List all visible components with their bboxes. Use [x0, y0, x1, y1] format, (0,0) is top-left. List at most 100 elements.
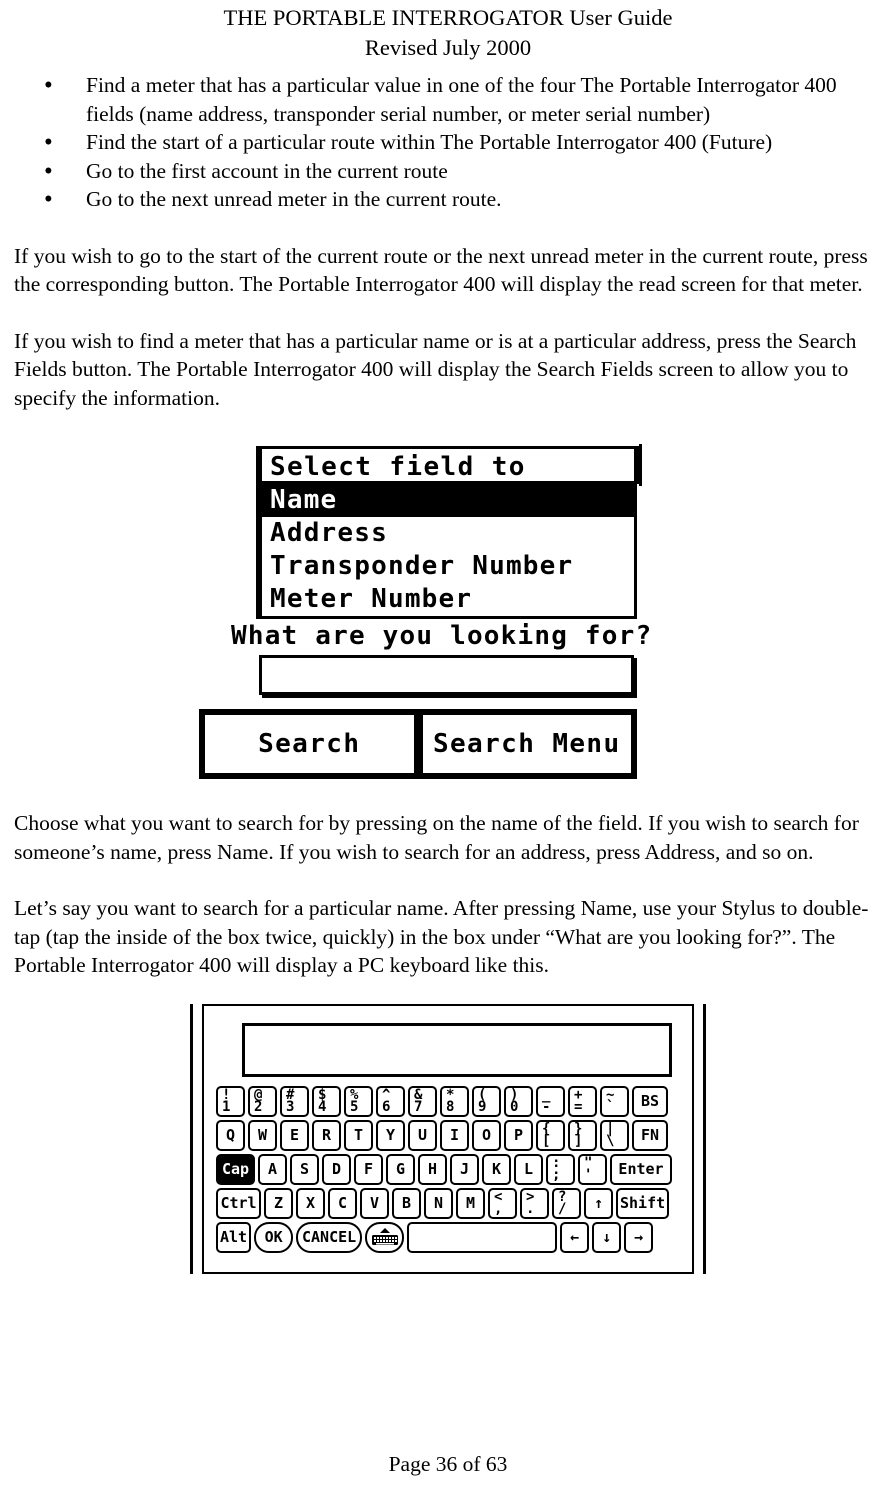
key-label: G: [395, 1159, 406, 1178]
key-h[interactable]: H: [418, 1153, 447, 1185]
key--[interactable]: _ -: [536, 1085, 565, 1117]
search-prompt-label: What are you looking for?: [231, 621, 653, 652]
key-.[interactable]: >.: [520, 1187, 549, 1219]
key-c[interactable]: C: [328, 1187, 357, 1219]
key-primary-label: 2: [254, 1099, 263, 1116]
key-g[interactable]: G: [386, 1153, 415, 1185]
key-shift[interactable]: Shift: [616, 1187, 670, 1219]
key-→[interactable]: →: [624, 1221, 654, 1253]
key-label: Y: [385, 1125, 396, 1144]
key-1[interactable]: ! 1: [216, 1085, 245, 1117]
key-←[interactable]: ←: [560, 1221, 590, 1253]
key-l[interactable]: L: [514, 1153, 543, 1185]
key-space[interactable]: [407, 1221, 558, 1253]
key-m[interactable]: M: [456, 1187, 485, 1219]
key-\[interactable]: | \: [600, 1119, 629, 1151]
key-o[interactable]: O: [472, 1119, 501, 1151]
document-header: THE PORTABLE INTERROGATOR User Guide Rev…: [14, 0, 882, 62]
search-menu-button[interactable]: Search Menu: [420, 713, 633, 776]
key-u[interactable]: U: [408, 1119, 437, 1151]
key-n[interactable]: N: [424, 1187, 453, 1219]
key-'[interactable]: " ': [578, 1153, 607, 1185]
key-p[interactable]: P: [504, 1119, 533, 1151]
key-primary-label: ]: [574, 1133, 583, 1150]
key-a[interactable]: A: [258, 1153, 287, 1185]
key-↑[interactable]: ↑: [584, 1187, 613, 1219]
key-x[interactable]: X: [296, 1187, 325, 1219]
key-cancel[interactable]: CANCEL: [296, 1221, 363, 1253]
key-8[interactable]: * 8: [440, 1085, 469, 1117]
key-q[interactable]: Q: [216, 1119, 245, 1151]
key-v[interactable]: V: [360, 1187, 389, 1219]
key-label: →: [634, 1227, 644, 1246]
search-button[interactable]: Search: [203, 713, 416, 776]
key-r[interactable]: R: [312, 1119, 341, 1151]
key-k[interactable]: K: [482, 1153, 511, 1185]
search-term-input[interactable]: [259, 655, 634, 696]
key-6[interactable]: ^ 6: [376, 1085, 405, 1117]
key-label: R: [321, 1125, 332, 1144]
key-,[interactable]: <,: [488, 1187, 517, 1219]
search-field-option[interactable]: Meter Number: [262, 583, 634, 617]
key-y[interactable]: Y: [376, 1119, 405, 1151]
key-alt[interactable]: Alt: [216, 1221, 252, 1253]
bullet-text: Find a meter that has a particular value…: [86, 73, 837, 126]
search-field-option[interactable]: Address: [262, 517, 634, 551]
key-5[interactable]: % 5: [344, 1085, 373, 1117]
key-;[interactable]: :;: [546, 1153, 575, 1185]
key-primary-label: 6: [382, 1099, 391, 1116]
key-7[interactable]: & 7: [408, 1085, 437, 1117]
key-2[interactable]: @2: [248, 1085, 277, 1117]
key-primary-label: 5: [350, 1099, 359, 1116]
key-label: A: [267, 1159, 278, 1178]
key-=[interactable]: + =: [568, 1085, 597, 1117]
device-keyboard-bezel: ! 1 @2 #3 $4% 5 ^ 6 & 7 * 8(9) 0 _ - + = ~ ` BS Q W E R T Y U I O P{[…: [190, 1003, 706, 1274]
key-z[interactable]: Z: [264, 1187, 293, 1219]
bullet-dot-icon: •: [44, 186, 53, 214]
key-4[interactable]: $4: [312, 1085, 341, 1117]
key-ctrl[interactable]: Ctrl: [216, 1187, 261, 1219]
search-field-option[interactable]: Name: [262, 484, 634, 518]
key-w[interactable]: W: [248, 1119, 277, 1151]
key-ok[interactable]: OK: [254, 1221, 294, 1253]
keyboard-key-rows: ! 1 @2 #3 $4% 5 ^ 6 & 7 * 8(9) 0 _ - + = ~ ` BS Q W E R T Y U I O P{[…: [212, 1085, 684, 1253]
key-primary-label: ;: [552, 1167, 561, 1184]
bullet-item: • Go to the next unread meter in the curr…: [14, 185, 882, 213]
key-j[interactable]: J: [450, 1153, 479, 1185]
key-[[interactable]: {[: [536, 1119, 565, 1151]
key-cap[interactable]: Cap: [216, 1153, 255, 1185]
key-bs[interactable]: BS: [632, 1085, 668, 1117]
device-lcd-search-screen: Select field to search NameAddressTransp…: [199, 446, 667, 780]
key-↓[interactable]: ↓: [592, 1221, 622, 1253]
key-`[interactable]: ~ `: [600, 1085, 629, 1117]
key-enter[interactable]: Enter: [610, 1153, 672, 1185]
key-keyboard-toggle[interactable]: [365, 1221, 405, 1253]
key-e[interactable]: E: [280, 1119, 309, 1151]
key-primary-label: 8: [446, 1099, 455, 1116]
key-3[interactable]: #3: [280, 1085, 309, 1117]
search-field-option[interactable]: Transponder Number: [262, 550, 634, 584]
key-f[interactable]: F: [354, 1153, 383, 1185]
key-i[interactable]: I: [440, 1119, 469, 1151]
document-page: THE PORTABLE INTERROGATOR User Guide Rev…: [0, 0, 896, 1495]
keyboard-text-display[interactable]: [242, 1022, 672, 1077]
key-][interactable]: }]: [568, 1119, 597, 1151]
key-primary-label: ,: [494, 1201, 503, 1218]
key-0[interactable]: ) 0: [504, 1085, 533, 1117]
key-label: CANCEL: [302, 1227, 357, 1246]
key-label: M: [465, 1193, 476, 1212]
key-b[interactable]: B: [392, 1187, 421, 1219]
key-d[interactable]: D: [322, 1153, 351, 1185]
key-primary-label: -: [542, 1099, 551, 1116]
key-t[interactable]: T: [344, 1119, 373, 1151]
key-s[interactable]: S: [290, 1153, 319, 1185]
key-primary-label: ': [584, 1167, 593, 1184]
key-/[interactable]: ? /: [552, 1187, 581, 1219]
key-fn[interactable]: FN: [632, 1119, 668, 1151]
key-9[interactable]: (9: [472, 1085, 501, 1117]
page-footer: Page 36 of 63: [0, 1452, 896, 1477]
